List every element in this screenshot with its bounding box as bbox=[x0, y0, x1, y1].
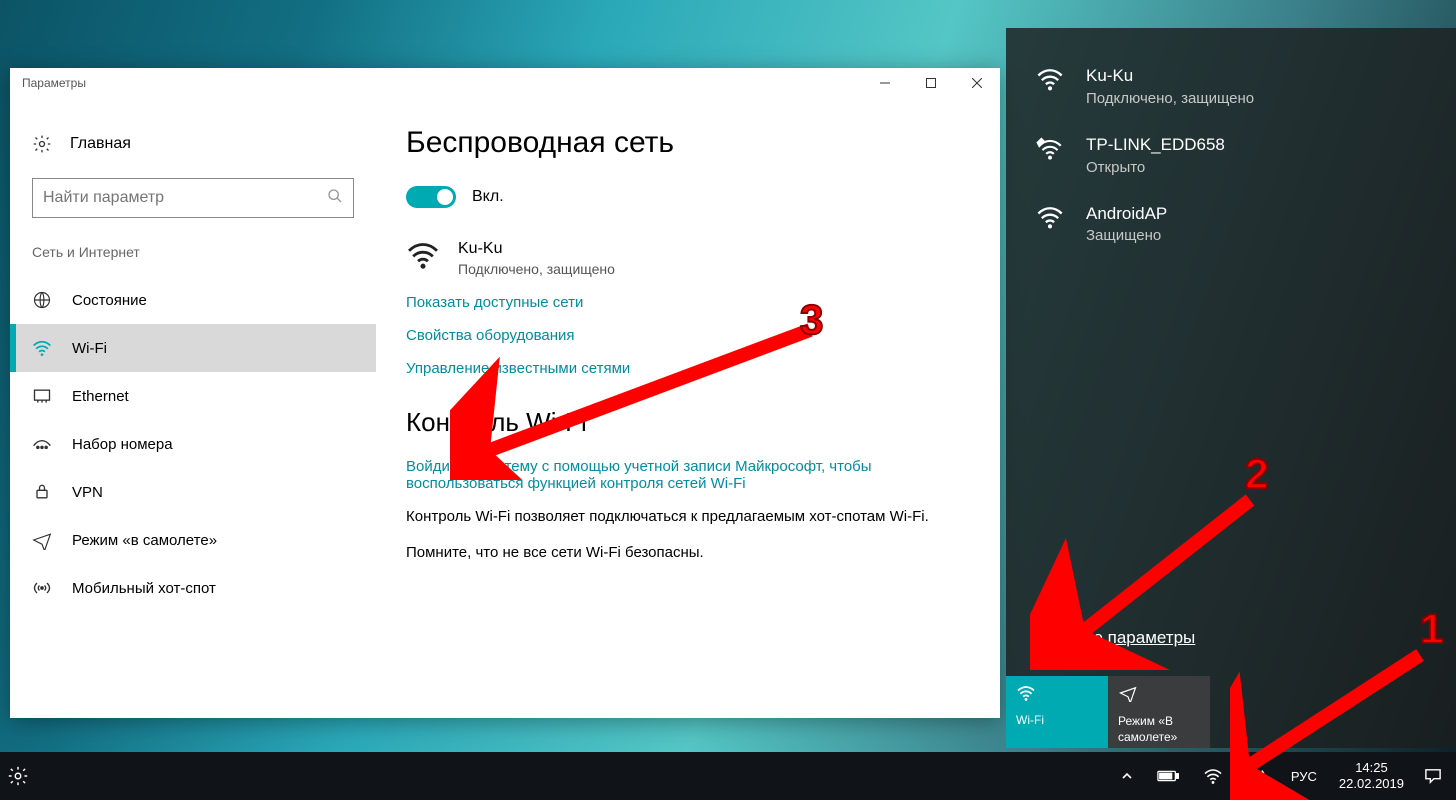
taskbar: РУС 14:25 22.02.2019 bbox=[0, 752, 1456, 800]
link-hardware-props[interactable]: Свойства оборудования bbox=[406, 327, 956, 344]
network-name: TP-LINK_EDD658 bbox=[1086, 133, 1225, 157]
tile-airplane[interactable]: Режим «В самолете» bbox=[1108, 676, 1210, 748]
page-heading: Беспроводная сеть bbox=[406, 126, 956, 160]
current-network[interactable]: Ku-Ku Подключено, защищено bbox=[406, 238, 956, 278]
network-status: Защищено bbox=[1086, 225, 1167, 246]
sidebar-item-vpn[interactable]: VPN bbox=[10, 468, 376, 516]
network-settings-link[interactable]: Сетевые параметры bbox=[1034, 628, 1195, 648]
search-icon bbox=[327, 188, 343, 209]
settings-content: Беспроводная сеть Вкл. Ku-Ku Подключено,… bbox=[376, 98, 1000, 718]
hotspot-icon bbox=[32, 579, 52, 597]
sidebar-item-wifi[interactable]: Wi-Fi bbox=[10, 324, 376, 372]
ethernet-icon bbox=[32, 387, 52, 405]
wifi-sense-para1: Контроль Wi-Fi позволяет подключаться к … bbox=[406, 506, 956, 528]
settings-sidebar: Главная Сеть и Интернет Состояние bbox=[10, 98, 376, 718]
wifi-sense-para2: Помните, что не все сети Wi-Fi безопасны… bbox=[406, 542, 956, 564]
sidebar-item-status[interactable]: Состояние bbox=[10, 276, 376, 324]
clock-time: 14:25 bbox=[1339, 760, 1404, 776]
sidebar-item-label: Состояние bbox=[72, 292, 147, 309]
sidebar-item-airplane[interactable]: Режим «в самолете» bbox=[10, 516, 376, 564]
titlebar: Параметры bbox=[10, 68, 1000, 98]
link-show-available[interactable]: Показать доступные сети bbox=[406, 294, 956, 311]
sidebar-item-label: Набор номера bbox=[72, 436, 173, 453]
link-manage-networks[interactable]: Управление известными сетями bbox=[406, 360, 956, 377]
current-network-status: Подключено, защищено bbox=[458, 260, 615, 279]
sidebar-item-label: Мобильный хот-спот bbox=[72, 580, 216, 597]
tile-label: Wi-Fi bbox=[1016, 713, 1044, 727]
sidebar-item-hotspot[interactable]: Мобильный хот-спот bbox=[10, 564, 376, 612]
window-title: Параметры bbox=[22, 76, 86, 90]
window-controls bbox=[862, 68, 1000, 98]
airplane-icon bbox=[1118, 684, 1200, 708]
battery-icon[interactable] bbox=[1153, 752, 1183, 800]
wifi-open-icon bbox=[1034, 133, 1066, 178]
maximize-button[interactable] bbox=[908, 68, 954, 98]
vpn-icon bbox=[32, 483, 52, 501]
wifi-icon bbox=[32, 338, 52, 358]
volume-icon[interactable] bbox=[1243, 752, 1269, 800]
airplane-icon bbox=[32, 530, 52, 550]
tray-chevron-icon[interactable] bbox=[1117, 752, 1137, 800]
sidebar-item-label: Ethernet bbox=[72, 388, 129, 405]
wifi-toggle[interactable] bbox=[406, 186, 456, 208]
search-box[interactable] bbox=[32, 178, 354, 218]
current-network-name: Ku-Ku bbox=[458, 238, 615, 260]
network-status: Открыто bbox=[1086, 157, 1225, 178]
network-entry[interactable]: TP-LINK_EDD658 Открыто bbox=[1006, 121, 1456, 190]
wifi-icon bbox=[406, 241, 440, 276]
sidebar-item-label: Режим «в самолете» bbox=[72, 532, 217, 549]
wifi-toggle-label: Вкл. bbox=[472, 188, 504, 206]
network-flyout: Ku-Ku Подключено, защищено TP-LINK_EDD65… bbox=[1006, 28, 1456, 748]
wifi-tray-icon[interactable] bbox=[1199, 752, 1227, 800]
clock[interactable]: 14:25 22.02.2019 bbox=[1339, 760, 1404, 793]
network-name: AndroidAP bbox=[1086, 202, 1167, 226]
settings-window: Параметры Главная bbox=[10, 68, 1000, 718]
link-signin-microsoft[interactable]: Войдите в систему с помощью учетной запи… bbox=[406, 458, 956, 492]
gear-icon bbox=[32, 134, 52, 154]
close-button[interactable] bbox=[954, 68, 1000, 98]
tile-wifi[interactable]: Wi-Fi bbox=[1006, 676, 1108, 748]
network-status: Подключено, защищено bbox=[1086, 88, 1254, 109]
sidebar-section-label: Сеть и Интернет bbox=[10, 244, 376, 276]
wifi-sense-heading: Контроль Wi-Fi bbox=[406, 407, 956, 438]
sidebar-item-dialup[interactable]: Набор номера bbox=[10, 420, 376, 468]
wifi-icon bbox=[1034, 64, 1066, 109]
network-entry[interactable]: AndroidAP Защищено bbox=[1006, 190, 1456, 259]
sidebar-item-label: VPN bbox=[72, 484, 103, 501]
home-label: Главная bbox=[70, 135, 131, 153]
language-indicator[interactable]: РУС bbox=[1285, 769, 1323, 784]
clock-date: 22.02.2019 bbox=[1339, 776, 1404, 792]
sidebar-item-label: Wi-Fi bbox=[72, 340, 107, 357]
home-nav[interactable]: Главная bbox=[10, 126, 376, 178]
action-center-icon[interactable] bbox=[1420, 752, 1446, 800]
flyout-tiles: Wi-Fi Режим «В самолете» bbox=[1006, 676, 1210, 748]
wifi-secured-icon bbox=[1034, 202, 1066, 247]
sidebar-item-ethernet[interactable]: Ethernet bbox=[10, 372, 376, 420]
network-entry[interactable]: Ku-Ku Подключено, защищено bbox=[1006, 52, 1456, 121]
settings-gear-taskbar-icon[interactable] bbox=[0, 765, 36, 787]
network-name: Ku-Ku bbox=[1086, 64, 1254, 88]
dialup-icon bbox=[32, 436, 52, 452]
search-input[interactable] bbox=[43, 189, 313, 207]
tile-label: Режим «В самолете» bbox=[1118, 714, 1177, 744]
minimize-button[interactable] bbox=[862, 68, 908, 98]
globe-icon bbox=[32, 290, 52, 310]
wifi-icon bbox=[1016, 684, 1098, 707]
